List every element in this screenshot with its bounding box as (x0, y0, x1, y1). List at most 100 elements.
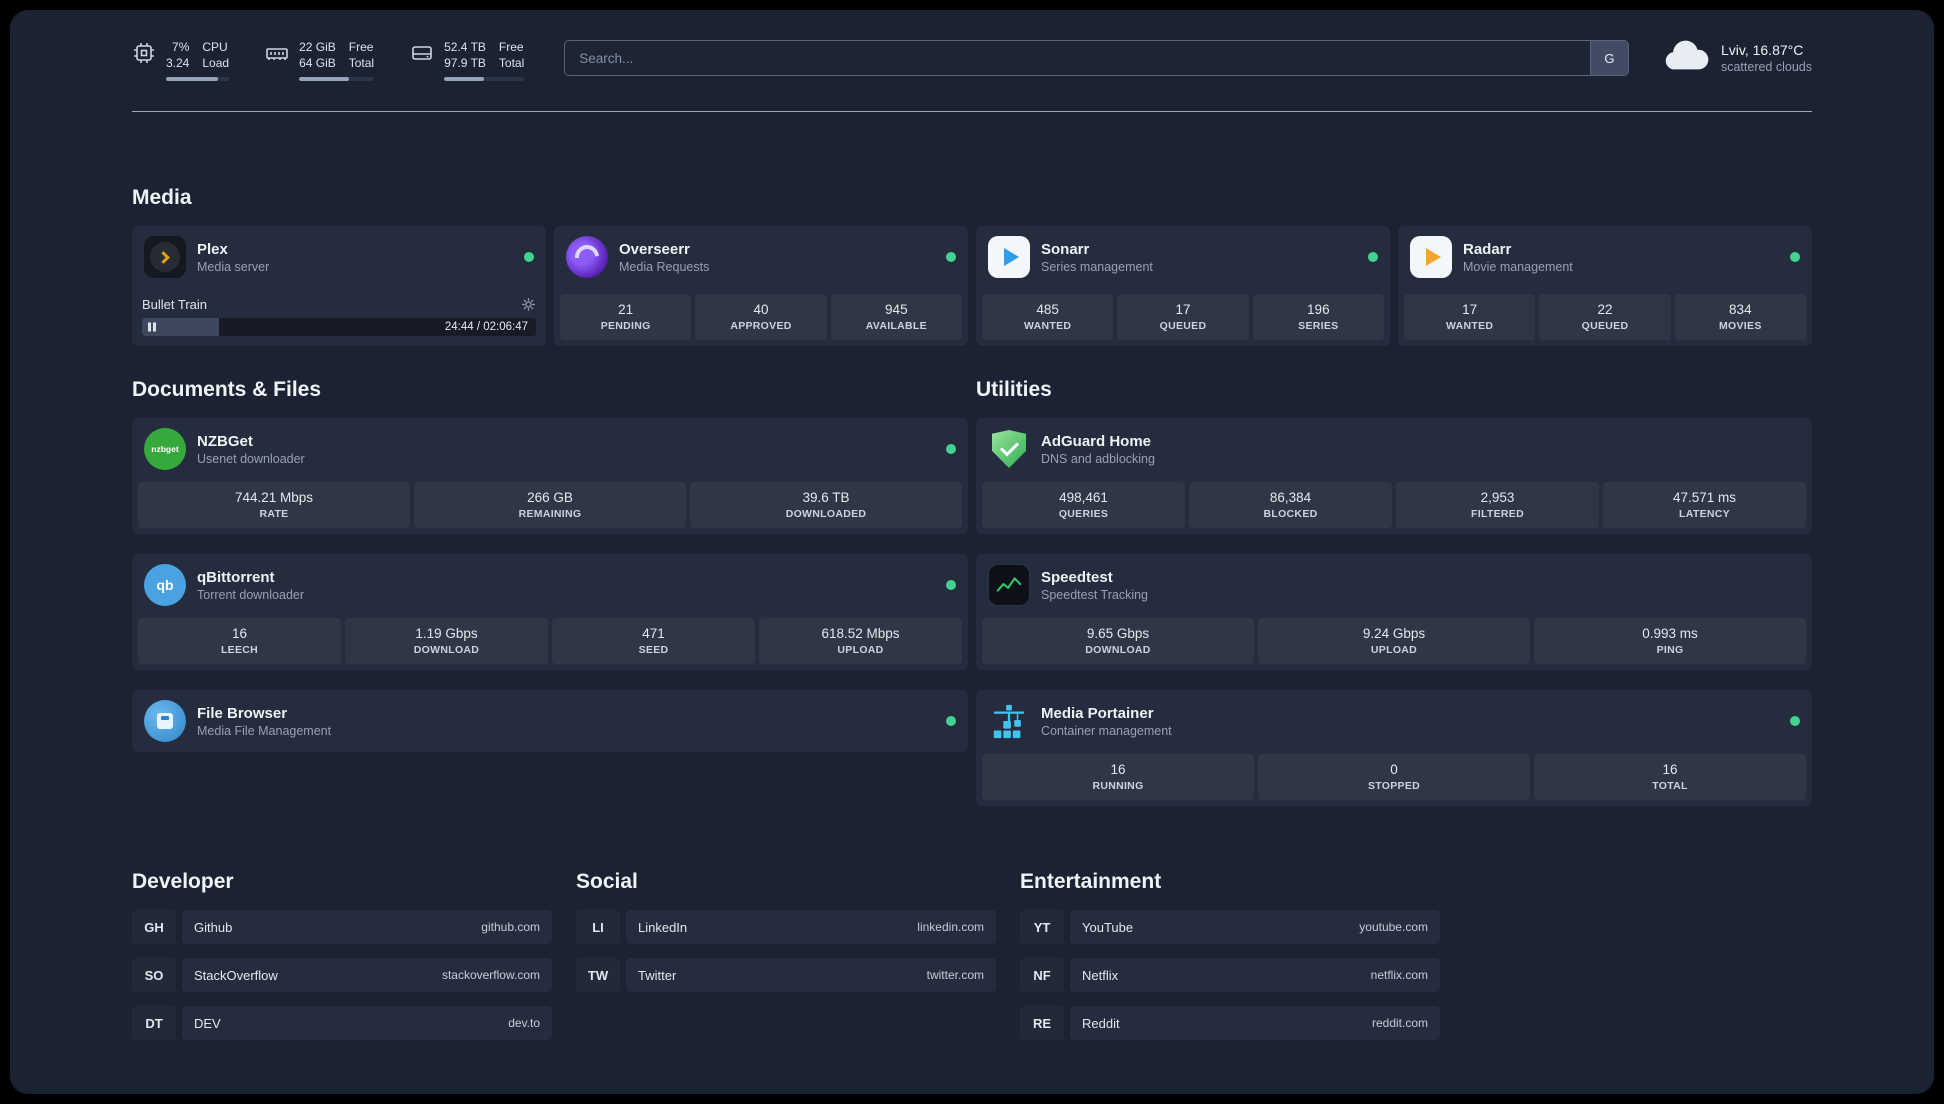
service-name: Radarr (1463, 240, 1512, 258)
search-provider-button[interactable]: G (1589, 41, 1628, 75)
service-card-sonarr[interactable]: Sonarr Series management 485 WANTED 17 Q… (976, 226, 1390, 346)
stat-label: MOVIES (1718, 320, 1762, 332)
bookmark-reddit[interactable]: RE Reddit reddit.com (1020, 1006, 1440, 1040)
developer-group-title: Developer (132, 870, 234, 893)
stat-tile: 945 AVAILABLE (830, 294, 962, 340)
top-bar: 7% 3.24 CPU Load 22 GiB 64 GiB Free Tota… (132, 10, 1812, 81)
stat-label: DOWNLOAD (413, 644, 480, 656)
bookmark-stackoverflow[interactable]: SO StackOverflow stackoverflow.com (132, 958, 552, 992)
nzbget-icon: nzbget (144, 428, 186, 470)
stat-label: WANTED (1446, 320, 1494, 332)
service-name: qBittorrent (197, 568, 275, 586)
service-card-overseerr[interactable]: Overseerr Media Requests 21 PENDING 40 A… (554, 226, 968, 346)
cpu-chip-icon (132, 41, 156, 65)
bookmark-netflix[interactable]: NF Netflix netflix.com (1020, 958, 1440, 992)
bookmark-name: StackOverflow (194, 967, 278, 983)
disk-total-value: 97.9 TB (444, 56, 486, 70)
stat-label: QUERIES (1058, 508, 1109, 520)
stat-value: 17 (1462, 302, 1478, 317)
stat-value: 196 (1307, 302, 1330, 317)
disk-progress-track (444, 77, 525, 81)
bookmark-url: netflix.com (1370, 968, 1428, 982)
bookmark-abbr: RE (1020, 1006, 1064, 1040)
stat-tile: 16 TOTAL (1534, 754, 1806, 800)
service-card-radarr[interactable]: Radarr Movie management 17 WANTED 22 QUE… (1398, 226, 1812, 346)
search-input[interactable] (565, 41, 1590, 75)
disk-widget: 52.4 TB 97.9 TB Free Total (410, 40, 525, 81)
service-card-qbittorrent[interactable]: qb qBittorrent Torrent downloader 16 LEE… (132, 554, 968, 670)
status-dot (946, 716, 956, 726)
stat-value: 744.21 Mbps (234, 490, 314, 505)
service-subtitle: Movie management (1463, 259, 1573, 274)
service-name: Media Portainer (1041, 704, 1154, 722)
bookmark-dev[interactable]: DT DEV dev.to (132, 1006, 552, 1040)
bookmark-abbr: SO (132, 958, 176, 992)
status-dot (946, 580, 956, 590)
service-card-nzbget[interactable]: nzbget NZBGet Usenet downloader 744.21 M… (132, 418, 968, 534)
player-progress-bar[interactable]: 24:44 / 02:06:47 (142, 318, 536, 336)
stat-value: 0.993 ms (1642, 626, 1698, 641)
bookmark-name: YouTube (1082, 919, 1134, 935)
memory-icon (265, 41, 289, 65)
bookmark-linkedin[interactable]: LI LinkedIn linkedin.com (576, 910, 996, 944)
service-card-speedtest[interactable]: Speedtest Speedtest Tracking 9.65 Gbps D… (976, 554, 1812, 670)
bookmark-url: twitter.com (926, 968, 984, 982)
filebrowser-icon (144, 700, 186, 742)
stat-tile: 266 GB REMAINING (414, 482, 686, 528)
bookmark-youtube[interactable]: YT YouTube youtube.com (1020, 910, 1440, 944)
entertainment-group-title: Entertainment (1020, 870, 1162, 893)
service-card-portainer[interactable]: Media Portainer Container management 16 … (976, 690, 1812, 806)
service-name: Sonarr (1041, 240, 1090, 258)
service-card-filebrowser[interactable]: File Browser Media File Management (132, 690, 968, 752)
service-subtitle: Speedtest Tracking (1041, 587, 1149, 602)
stat-tile: 40 APPROVED (695, 294, 827, 340)
stat-label: AVAILABLE (865, 320, 927, 332)
qbittorrent-icon: qb (144, 564, 186, 606)
service-name: Speedtest (1041, 568, 1113, 586)
service-subtitle: DNS and adblocking (1041, 451, 1155, 466)
service-card-adguard[interactable]: AdGuard Home DNS and adblocking 498,461 … (976, 418, 1812, 534)
bookmark-abbr: LI (576, 910, 620, 944)
stat-value: 834 (1729, 302, 1752, 317)
bookmarks-area: Developer GH Github github.com SO StackO… (132, 870, 1812, 1094)
stat-tile: 47.571 ms LATENCY (1603, 482, 1806, 528)
ram-total-value: 64 GiB (299, 56, 336, 70)
weather-condition: scattered clouds (1720, 60, 1812, 75)
stat-value: 9.65 Gbps (1086, 626, 1150, 641)
status-dot (1790, 252, 1800, 262)
stat-label: RUNNING (1092, 780, 1144, 792)
settings-gear-icon[interactable] (521, 297, 536, 312)
service-name: NZBGet (197, 432, 253, 450)
stat-label: UPLOAD (1370, 644, 1418, 656)
stat-label: REMAINING (518, 508, 582, 520)
stat-tile: 744.21 Mbps RATE (138, 482, 410, 528)
bookmark-github[interactable]: GH Github github.com (132, 910, 552, 944)
pause-icon[interactable] (148, 322, 156, 332)
stat-tile: 16 LEECH (138, 618, 341, 664)
bookmark-name: Netflix (1082, 967, 1119, 983)
stat-label: UPLOAD (837, 644, 884, 656)
weather-widget[interactable]: Lviv, 16.87°C scattered clouds (1663, 40, 1812, 77)
bookmark-abbr: YT (1020, 910, 1064, 944)
ram-progress-fill (299, 77, 349, 81)
status-dot (946, 444, 956, 454)
service-card-plex[interactable]: Plex Media server Bullet Train 24:44 / 0… (132, 226, 546, 346)
stat-label: BLOCKED (1263, 508, 1318, 520)
bookmark-twitter[interactable]: TW Twitter twitter.com (576, 958, 996, 992)
stat-tile: 498,461 QUERIES (982, 482, 1185, 528)
stat-label: DOWNLOAD (1085, 644, 1151, 656)
stat-value: 86,384 (1269, 490, 1312, 505)
disk-total-label: Total (498, 56, 525, 70)
bookmark-group-social: Social LI LinkedIn linkedin.com TW Twitt… (576, 870, 996, 1054)
resource-widgets: 7% 3.24 CPU Load 22 GiB 64 GiB Free Tota… (132, 40, 525, 81)
plex-now-playing: Bullet Train 24:44 / 02:06:47 (132, 297, 546, 346)
player-time: 24:44 / 02:06:47 (444, 321, 528, 333)
media-section-title: Media (132, 186, 192, 209)
stat-label: SERIES (1298, 320, 1339, 332)
stat-label: SEED (638, 644, 669, 656)
ram-total-label: Total (348, 56, 375, 70)
bookmark-group-developer: Developer GH Github github.com SO StackO… (132, 870, 552, 1054)
cpu-progress-track (166, 77, 230, 81)
stat-value: 9.24 Gbps (1362, 626, 1426, 641)
stat-value: 618.52 Mbps (821, 626, 900, 641)
